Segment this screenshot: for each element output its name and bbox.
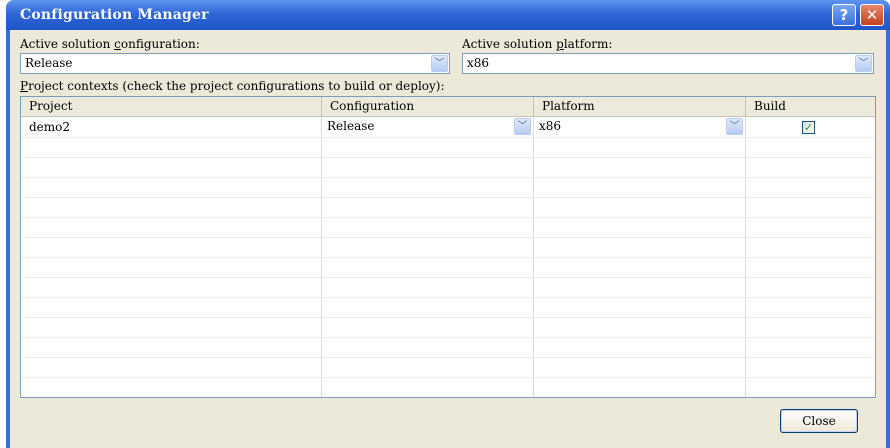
title-bar[interactable]: Configuration Manager ? ✕: [6, 0, 890, 30]
active-platform-dropdown[interactable]: x86 ﹀: [462, 53, 874, 74]
close-button[interactable]: Close: [780, 409, 858, 433]
chevron-down-icon[interactable]: ﹀: [726, 118, 743, 135]
row-divider: [21, 377, 875, 378]
row-configuration-value: Release: [327, 119, 375, 133]
row-configuration-dropdown[interactable]: Release ﹀: [323, 118, 532, 136]
chevron-down-icon[interactable]: ﹀: [431, 55, 448, 72]
active-config-value: Release: [25, 56, 73, 70]
dialog-body: Active solution configuration: Release ﹀…: [10, 30, 886, 448]
row-divider: [21, 197, 875, 198]
row-divider: [21, 337, 875, 338]
chevron-down-icon[interactable]: ﹀: [514, 118, 531, 135]
active-platform-label: Active solution platform:: [462, 37, 613, 51]
project-name: demo2: [29, 120, 71, 134]
row-divider: [21, 277, 875, 278]
row-divider: [21, 297, 875, 298]
close-icon[interactable]: ✕: [860, 4, 884, 26]
row-divider: [21, 317, 875, 318]
chevron-down-icon[interactable]: ﹀: [855, 55, 872, 72]
column-header-project[interactable]: Project: [21, 97, 322, 117]
column-header-configuration[interactable]: Configuration: [322, 97, 534, 117]
window-title: Configuration Manager: [20, 7, 209, 23]
configuration-manager-window: Configuration Manager ? ✕ Active solutio…: [6, 0, 890, 448]
column-header-build[interactable]: Build: [746, 97, 875, 117]
row-divider: [21, 357, 875, 358]
grid-header: Project Configuration Platform Build: [21, 97, 875, 117]
build-checkbox[interactable]: ✓: [802, 121, 815, 134]
row-divider: [21, 177, 875, 178]
active-config-dropdown[interactable]: Release ﹀: [20, 53, 450, 74]
row-divider: [21, 217, 875, 218]
active-platform-value: x86: [467, 56, 490, 70]
row-divider: [21, 137, 875, 138]
column-header-platform[interactable]: Platform: [534, 97, 746, 117]
checkmark-icon: ✓: [803, 121, 814, 134]
row-divider: [21, 157, 875, 158]
project-contexts-grid[interactable]: Project Configuration Platform Build dem…: [20, 96, 876, 398]
project-contexts-label: Project contexts (check the project conf…: [20, 79, 445, 93]
active-config-label: Active solution configuration:: [20, 37, 200, 51]
row-platform-value: x86: [539, 119, 562, 133]
row-platform-dropdown[interactable]: x86 ﹀: [535, 118, 744, 136]
row-divider: [21, 257, 875, 258]
row-divider: [21, 237, 875, 238]
help-icon[interactable]: ?: [832, 4, 856, 26]
